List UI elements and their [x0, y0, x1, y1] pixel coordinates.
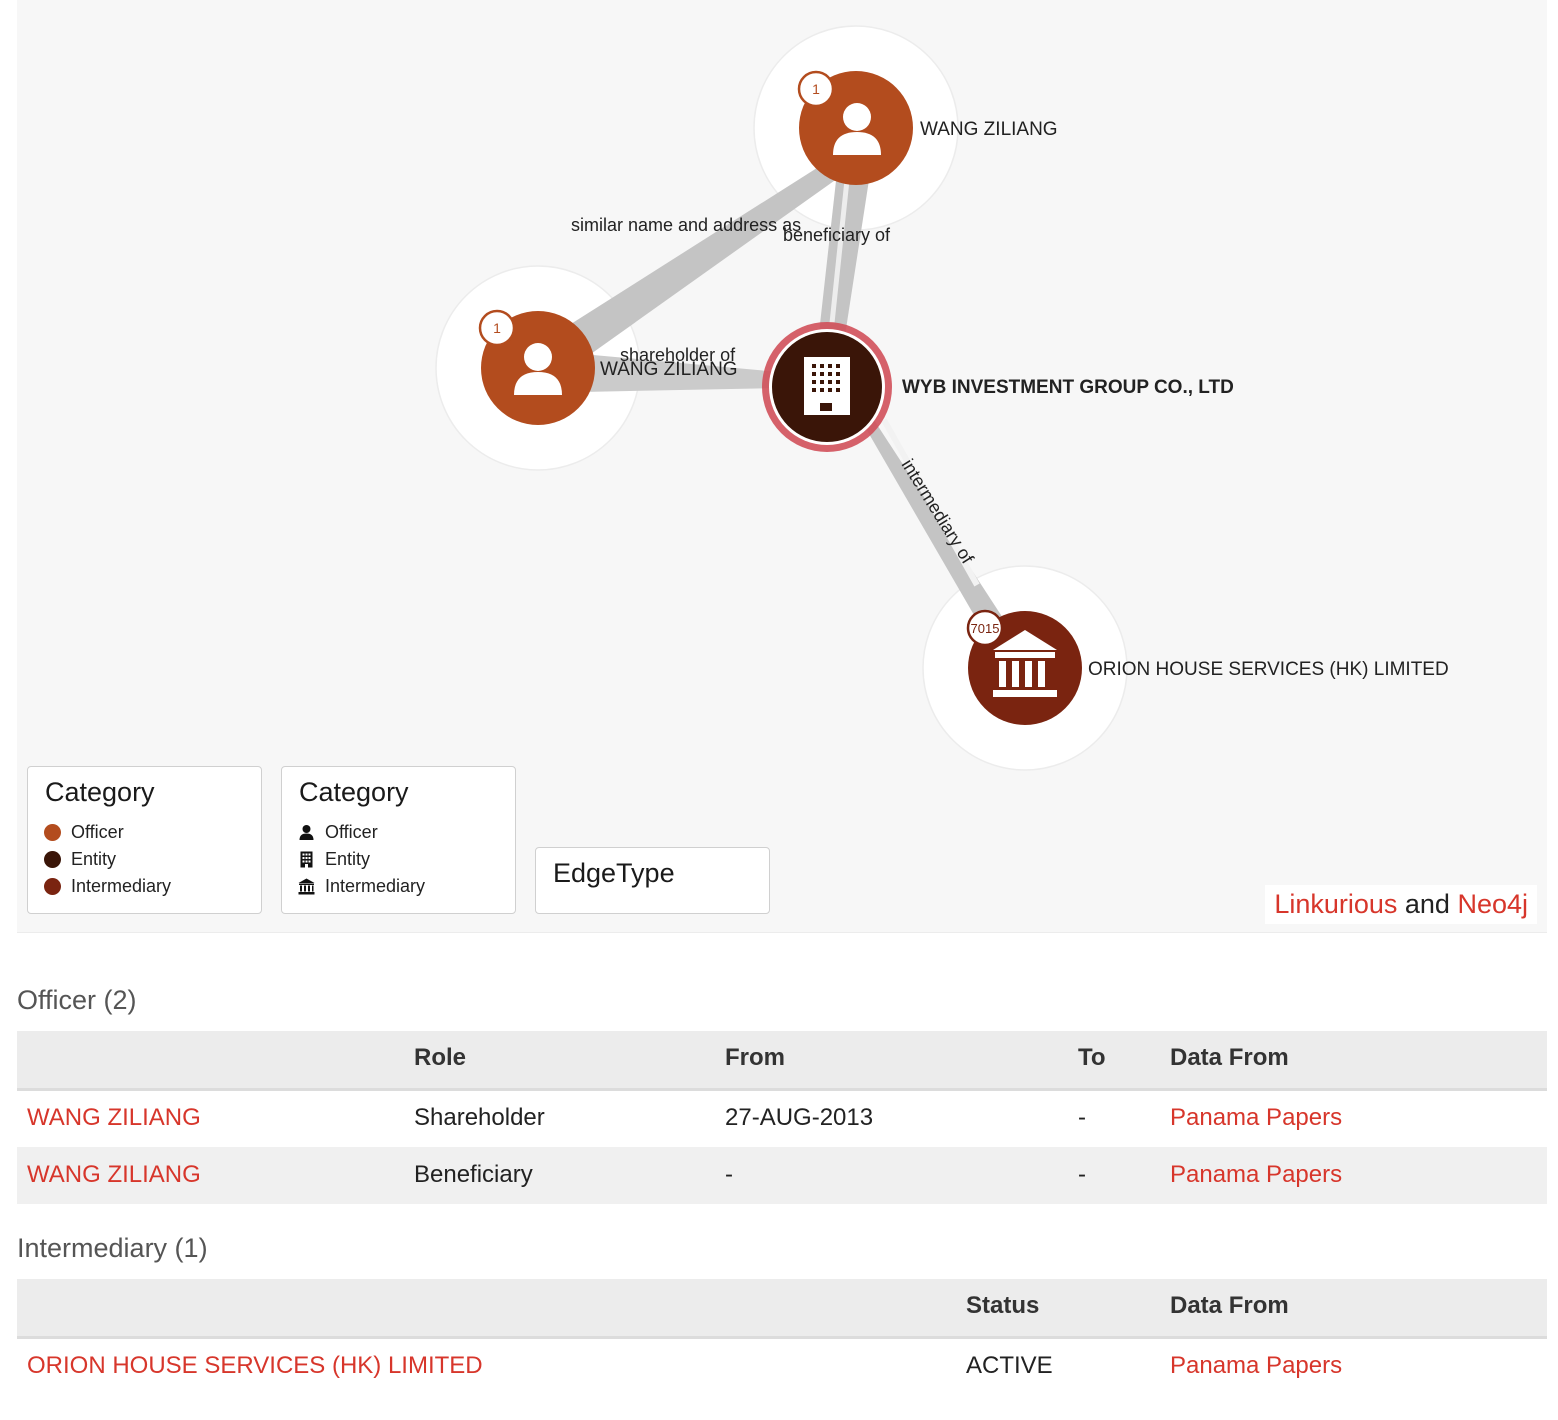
table-row: WANG ZILIANG Beneficiary - - Panama Pape…: [17, 1147, 1547, 1204]
column-header-data-from: Data From: [1170, 1044, 1289, 1071]
officer-name-link[interactable]: WANG ZILIANG: [27, 1161, 201, 1189]
bank-icon: [298, 878, 315, 895]
legend-title: Category: [45, 777, 155, 807]
officer-table-header: Role From To Data From: [17, 1031, 1547, 1091]
edge-label-beneficiary: beneficiary of: [783, 225, 891, 245]
officer-to: -: [1078, 1104, 1086, 1131]
color-swatch: [44, 878, 61, 895]
credit-badge: Linkurious and Neo4j: [1265, 885, 1537, 924]
table-row: WANG ZILIANG Shareholder 27-AUG-2013 - P…: [17, 1090, 1547, 1148]
data-source-link[interactable]: Panama Papers: [1170, 1161, 1342, 1189]
legend-item-label: Officer: [325, 822, 378, 842]
legend-item-intermediary: Intermediary: [44, 876, 171, 897]
officer-name-link[interactable]: WANG ZILIANG: [27, 1104, 201, 1132]
intermediary-table: Status Data From ORION HOUSE SERVICES (H…: [17, 1279, 1547, 1399]
intermediary-section-title: Intermediary (1): [17, 1233, 208, 1263]
node-officer-top[interactable]: 1: [797, 70, 913, 185]
node-label-officer-top: WANG ZILIANG: [920, 119, 1058, 140]
officer-role: Beneficiary: [414, 1161, 533, 1188]
legend-title: EdgeType: [553, 858, 675, 888]
officer-from: -: [725, 1161, 733, 1188]
node-label-intermediary: ORION HOUSE SERVICES (HK) LIMITED: [1088, 659, 1449, 680]
edge-label-similar: similar name and address as: [571, 215, 801, 235]
node-entity[interactable]: [762, 322, 892, 452]
legend-category-color[interactable]: Category Officer Entity Intermediary: [27, 766, 262, 914]
intermediary-status: ACTIVE: [966, 1352, 1053, 1379]
color-swatch: [44, 824, 61, 841]
node-intermediary[interactable]: 7015: [966, 609, 1082, 725]
building-icon: [804, 357, 850, 415]
column-header-to: To: [1078, 1044, 1106, 1071]
node-badge-count: 7015: [971, 621, 1000, 636]
legend-edge-type[interactable]: EdgeType: [535, 847, 770, 914]
legend-item-label: Intermediary: [71, 876, 172, 896]
intermediary-name-link[interactable]: ORION HOUSE SERVICES (HK) LIMITED: [27, 1352, 483, 1380]
legend-category-icon[interactable]: Category Officer Entity Intermediary: [281, 766, 516, 914]
table-row: ORION HOUSE SERVICES (HK) LIMITED ACTIVE…: [17, 1338, 1547, 1395]
node-label-entity: WYB INVESTMENT GROUP CO., LTD: [902, 377, 1234, 398]
legend-item-officer: Officer: [298, 822, 378, 843]
legend-item-label: Officer: [71, 822, 124, 842]
intermediary-table-header: Status Data From: [17, 1279, 1547, 1339]
officer-from: 27-AUG-2013: [725, 1104, 874, 1131]
officer-table: Role From To Data From WANG ZILIANG Shar…: [17, 1031, 1547, 1204]
node-label-officer-left: WANG ZILIANG: [600, 359, 738, 380]
node-badge-count: 1: [812, 81, 820, 97]
node-badge-count: 1: [493, 320, 501, 336]
person-icon: [299, 825, 314, 840]
data-source-link[interactable]: Panama Papers: [1170, 1352, 1342, 1380]
officer-section-title: Officer (2): [17, 985, 137, 1015]
legend-item-label: Intermediary: [325, 876, 426, 896]
column-header-status: Status: [966, 1292, 1040, 1319]
color-swatch: [44, 851, 61, 868]
column-header-role: Role: [414, 1044, 467, 1071]
column-header-from: From: [725, 1044, 785, 1071]
legend-item-label: Entity: [325, 849, 371, 869]
data-source-link[interactable]: Panama Papers: [1170, 1104, 1342, 1132]
legend-item-label: Entity: [71, 849, 117, 869]
credit-link-linkurious[interactable]: Linkurious: [1274, 889, 1397, 919]
legend-item-intermediary: Intermediary: [298, 876, 425, 897]
credit-link-neo4j[interactable]: Neo4j: [1457, 889, 1528, 919]
graph-panel[interactable]: similar name and address as beneficiary …: [17, 0, 1547, 933]
legend-item-officer: Officer: [44, 822, 124, 843]
credit-and: and: [1397, 889, 1458, 919]
officer-role: Shareholder: [414, 1104, 545, 1131]
officer-to: -: [1078, 1161, 1086, 1188]
legend-item-entity: Entity: [298, 849, 370, 870]
legend-title: Category: [299, 777, 409, 807]
building-icon: [300, 851, 313, 868]
legend-item-entity: Entity: [44, 849, 116, 870]
column-header-data-from: Data From: [1170, 1292, 1289, 1319]
